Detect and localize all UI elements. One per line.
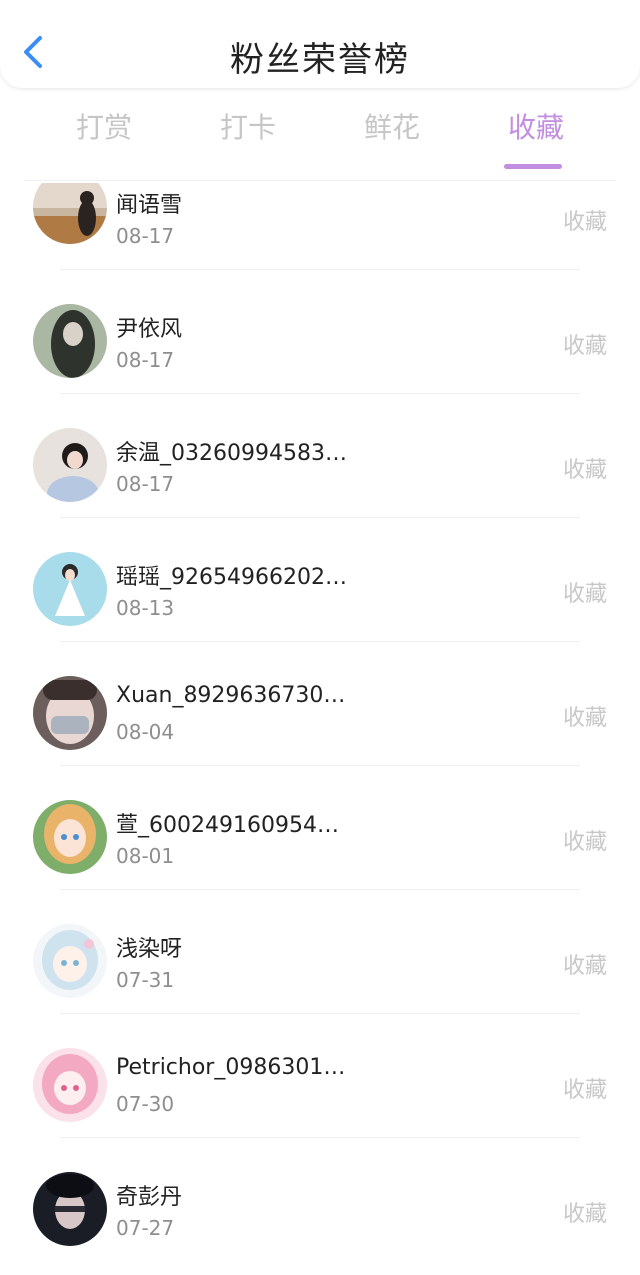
- favorite-label: 收藏: [562, 458, 607, 483]
- favorite-label: 收藏: [562, 1078, 607, 1103]
- fans-list[interactable]: 闻语雪 08-17 收藏 尹依风 08-17 收藏 余温_03260994583…: [0, 183, 640, 1275]
- user-name: 余温_03260994583…: [116, 441, 347, 466]
- list-item[interactable]: 余温_03260994583… 08-17 收藏: [0, 394, 640, 518]
- list-item[interactable]: 奇彭丹 07-27 收藏: [0, 1138, 640, 1262]
- favorite-label: 收藏: [562, 954, 607, 979]
- user-date: 08-17: [116, 224, 175, 248]
- top-navigation-bar: 粉丝荣誉榜: [0, 0, 640, 88]
- avatar: [33, 800, 107, 874]
- favorite-label: 收藏: [562, 830, 607, 855]
- user-date: 08-01: [116, 844, 175, 868]
- active-tab-indicator: [504, 164, 562, 169]
- user-date: 07-31: [116, 968, 175, 992]
- avatar: [33, 1048, 107, 1122]
- user-date: 07-30: [116, 1092, 175, 1116]
- user-name: Petrichor_0986301…: [116, 1055, 346, 1080]
- user-date: 07-27: [116, 1216, 175, 1240]
- avatar: [33, 552, 107, 626]
- list-item[interactable]: 尹依风 08-17 收藏: [0, 270, 640, 394]
- list-item[interactable]: 浅染呀 07-31 收藏: [0, 890, 640, 1014]
- user-date: 08-04: [116, 720, 175, 744]
- list-item[interactable]: 闻语雪 08-17 收藏: [0, 183, 640, 270]
- tab-shoucang[interactable]: 收藏: [476, 106, 596, 169]
- list-item[interactable]: 萱_600249160954… 08-01 收藏: [0, 766, 640, 890]
- user-name: 浅染呀: [116, 937, 183, 962]
- favorite-label: 收藏: [562, 334, 607, 359]
- favorite-label: 收藏: [562, 582, 607, 607]
- page-title: 粉丝荣誉榜: [230, 40, 410, 80]
- tab-label: 收藏: [507, 111, 564, 144]
- tab-xianhua[interactable]: 鲜花: [332, 106, 452, 146]
- list-item[interactable]: 瑶瑶_92654966202… 08-13 收藏: [0, 518, 640, 642]
- user-date: 08-13: [116, 596, 175, 620]
- avatar: [33, 924, 107, 998]
- tab-bar: 打赏 打卡 鲜花 收藏: [0, 96, 640, 176]
- user-name: 奇彭丹: [116, 1185, 183, 1210]
- tab-daka[interactable]: 打卡: [188, 106, 308, 146]
- user-name: 瑶瑶_92654966202…: [116, 565, 347, 590]
- user-name: 尹依风: [116, 317, 183, 342]
- favorite-label: 收藏: [562, 706, 607, 731]
- avatar: [33, 304, 107, 378]
- user-name: 闻语雪: [116, 193, 183, 218]
- favorite-label: 收藏: [562, 1202, 607, 1227]
- avatar: [33, 676, 107, 750]
- tabs-divider: [24, 180, 616, 181]
- favorite-label: 收藏: [562, 210, 607, 235]
- list-item[interactable]: Petrichor_0986301… 07-30 收藏: [0, 1014, 640, 1138]
- tab-dashang[interactable]: 打赏: [44, 106, 164, 146]
- avatar: [33, 183, 107, 244]
- user-date: 08-17: [116, 348, 175, 372]
- user-name: 萱_600249160954…: [116, 813, 339, 838]
- list-item[interactable]: Xuan_8929636730… 08-04 收藏: [0, 642, 640, 766]
- user-date: 08-17: [116, 472, 175, 496]
- avatar: [33, 428, 107, 502]
- avatar: [33, 1172, 107, 1246]
- user-name: Xuan_8929636730…: [116, 683, 346, 708]
